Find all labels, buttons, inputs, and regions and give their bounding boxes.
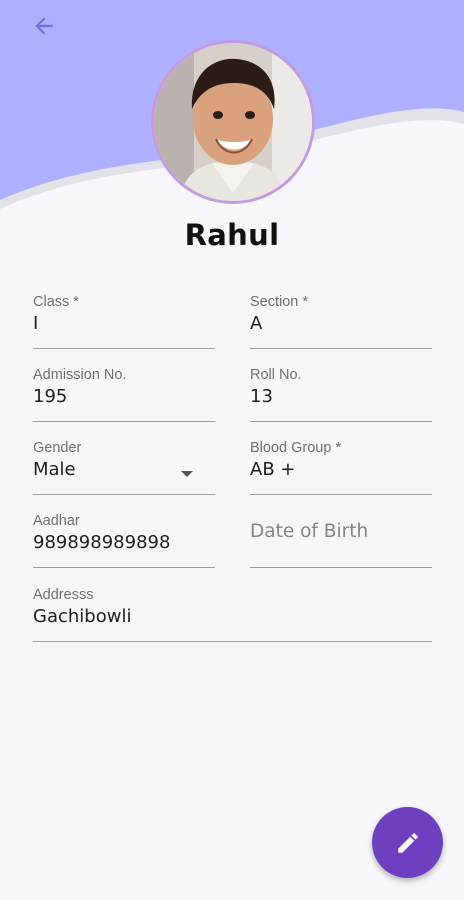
pencil-icon (397, 832, 418, 853)
class-field[interactable]: Class * I (33, 294, 215, 349)
section-value: A (250, 313, 263, 334)
edit-button[interactable] (372, 807, 443, 878)
profile-photo (154, 43, 312, 201)
class-value: I (33, 313, 39, 334)
back-button[interactable] (24, 8, 64, 44)
admission-no-value: 195 (33, 386, 68, 407)
gender-value: Male (33, 459, 76, 480)
address-value: Gachibowli (33, 606, 132, 627)
blood-group-label: Blood Group * (250, 440, 342, 456)
blood-group-value: AB + (250, 459, 296, 480)
gender-label: Gender (33, 440, 82, 456)
admission-no-field[interactable]: Admission No. 195 (33, 367, 215, 422)
avatar-ring (151, 40, 315, 204)
blood-group-field[interactable]: Blood Group * AB + (250, 440, 432, 495)
aadhar-value: 989898989898 (33, 532, 171, 553)
admission-no-label: Admission No. (33, 367, 127, 383)
arrow-left-icon (35, 17, 53, 35)
aadhar-field[interactable]: Aadhar 989898989898 (33, 513, 215, 568)
avatar[interactable] (154, 43, 312, 201)
class-label: Class * (33, 294, 79, 310)
address-field[interactable]: Addresss Gachibowli (33, 587, 432, 642)
roll-no-label: Roll No. (250, 367, 302, 383)
date-of-birth-field[interactable]: Date of Birth (250, 513, 432, 568)
section-label: Section * (250, 294, 309, 310)
address-label: Addresss (33, 587, 94, 603)
roll-no-value: 13 (250, 386, 273, 407)
gender-dropdown[interactable]: Gender Male (33, 440, 215, 495)
section-field[interactable]: Section * A (250, 294, 432, 349)
dropdown-arrow-icon[interactable] (181, 471, 193, 477)
student-name: Rahul (184, 218, 280, 252)
aadhar-label: Aadhar (33, 513, 80, 529)
date-of-birth-placeholder: Date of Birth (250, 521, 369, 542)
roll-no-field[interactable]: Roll No. 13 (250, 367, 432, 422)
